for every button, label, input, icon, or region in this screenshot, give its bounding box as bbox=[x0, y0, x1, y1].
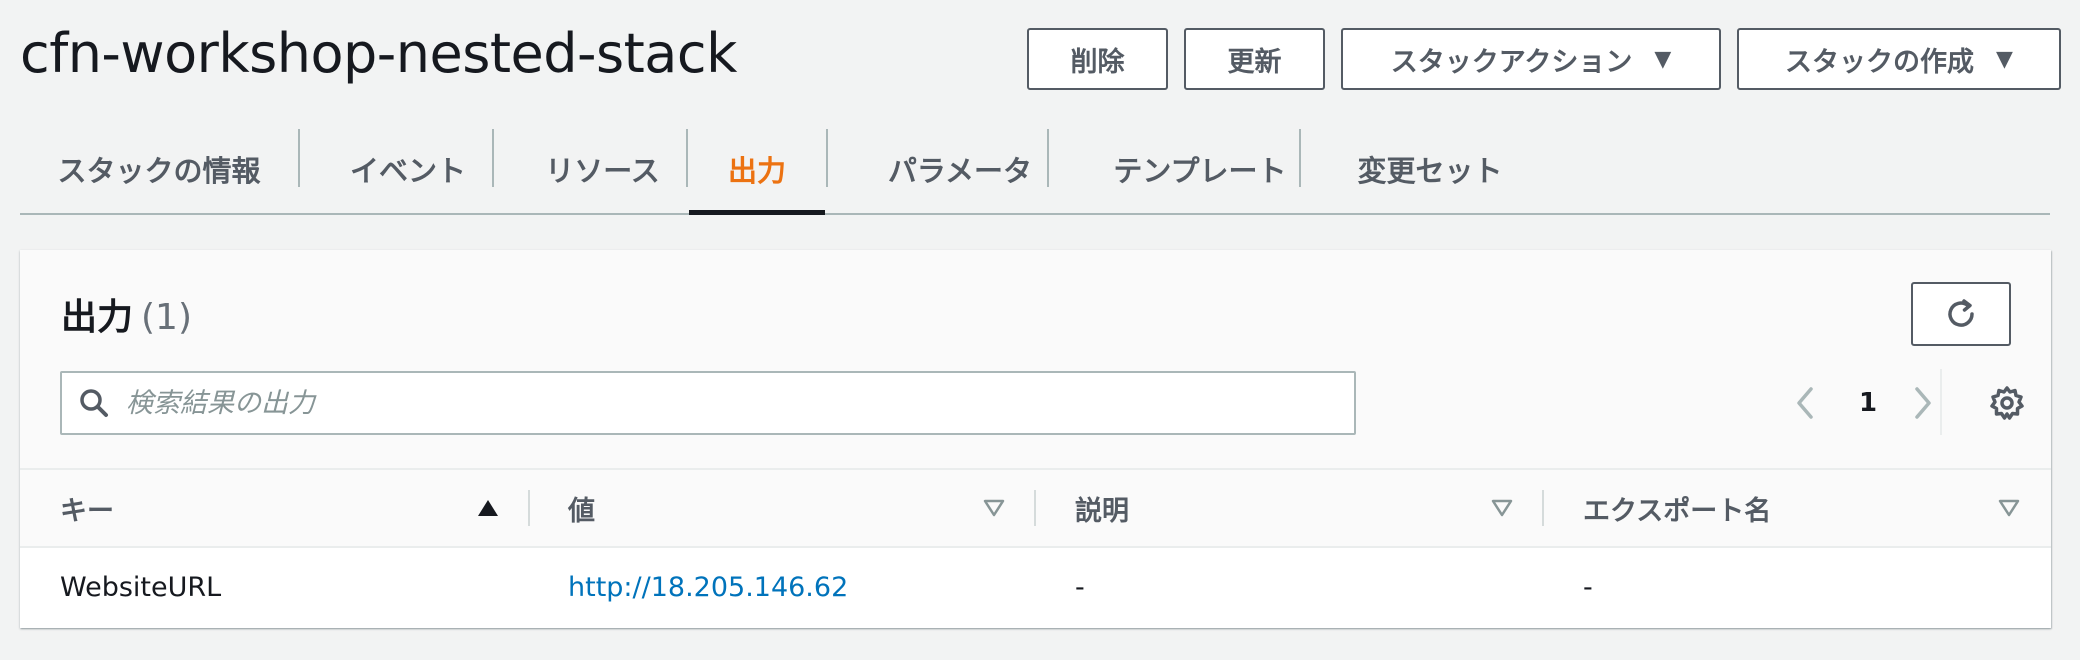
search-icon bbox=[80, 389, 108, 417]
tab-divider bbox=[1047, 129, 1049, 187]
refresh-button[interactable] bbox=[1911, 282, 2011, 346]
search-input[interactable] bbox=[124, 386, 1328, 420]
cell-value: http://18.205.146.62 bbox=[568, 548, 848, 626]
tab-divider bbox=[1299, 129, 1301, 187]
gear-icon bbox=[1990, 386, 2024, 420]
column-divider bbox=[528, 490, 530, 526]
sort-ascending-icon[interactable] bbox=[476, 470, 500, 546]
tab-label: 出力 bbox=[727, 154, 786, 188]
refresh-icon bbox=[1948, 299, 1974, 327]
tab-outputs[interactable]: 出力 bbox=[689, 125, 825, 215]
column-divider bbox=[1542, 490, 1544, 526]
output-count: (1) bbox=[141, 297, 193, 338]
tab-label: イベント bbox=[349, 154, 466, 188]
column-divider bbox=[1034, 490, 1036, 526]
stack-actions-label: スタックアクション bbox=[1390, 46, 1633, 78]
sort-descending-outline-icon[interactable] bbox=[1490, 470, 1514, 546]
tab-divider bbox=[298, 129, 300, 187]
search-field[interactable] bbox=[60, 371, 1356, 435]
cell-export-name: - bbox=[1583, 571, 1593, 603]
tab-label: スタックの情報 bbox=[57, 154, 261, 188]
outputs-table: キー 値 説明 エクスポート名 WebsiteURL http://18.205… bbox=[20, 468, 2051, 628]
output-value-link[interactable]: http://18.205.146.62 bbox=[568, 572, 848, 603]
chevron-left-icon bbox=[1797, 387, 1813, 419]
table-row: WebsiteURL http://18.205.146.62 - - bbox=[20, 548, 2051, 628]
tab-template[interactable]: テンプレート bbox=[1080, 125, 1320, 213]
caret-down-icon: ▼ bbox=[1654, 46, 1672, 72]
preferences-button[interactable] bbox=[1982, 371, 2032, 435]
column-header-export-name[interactable]: エクスポート名 bbox=[1583, 470, 1771, 546]
outputs-panel: 出力(1) 1 キー bbox=[20, 250, 2051, 628]
tab-divider bbox=[686, 129, 688, 187]
table-header: キー 値 説明 エクスポート名 bbox=[20, 470, 2051, 548]
update-button-label: 更新 bbox=[1227, 46, 1282, 78]
sort-descending-outline-icon[interactable] bbox=[1997, 470, 2021, 546]
page-title: cfn-workshop-nested-stack bbox=[20, 22, 737, 85]
page-number-button[interactable]: 1 bbox=[1840, 371, 1896, 435]
tab-events[interactable]: イベント bbox=[338, 125, 478, 213]
tab-divider bbox=[826, 129, 828, 187]
pager-divider bbox=[1940, 369, 1942, 435]
tab-parameters[interactable]: パラメータ bbox=[860, 125, 1060, 213]
tab-change-sets[interactable]: 変更セット bbox=[1330, 125, 1530, 213]
stack-detail-tabs: スタックの情報 イベント リソース 出力 パラメータ テンプレート 変更セット bbox=[20, 125, 2050, 215]
cell-key: WebsiteURL bbox=[60, 571, 222, 603]
stack-actions-dropdown[interactable]: スタックアクション ▼ bbox=[1341, 28, 1721, 90]
panel-title: 出力 (1) bbox=[61, 288, 192, 340]
previous-page-button[interactable] bbox=[1780, 371, 1830, 435]
tab-label: 変更セット bbox=[1357, 154, 1503, 188]
create-stack-dropdown[interactable]: スタックの作成 ▼ bbox=[1737, 28, 2061, 90]
tab-label: リソース bbox=[545, 154, 660, 188]
column-header-description[interactable]: 説明 bbox=[1075, 470, 1129, 546]
cell-description: - bbox=[1075, 571, 1085, 603]
create-stack-label: スタックの作成 bbox=[1785, 46, 1975, 78]
column-header-key[interactable]: キー bbox=[60, 470, 114, 546]
tab-stack-info[interactable]: スタックの情報 bbox=[40, 125, 278, 213]
caret-down-icon: ▼ bbox=[1996, 46, 2013, 72]
sort-descending-outline-icon[interactable] bbox=[982, 470, 1006, 546]
tab-label: テンプレート bbox=[1113, 154, 1287, 188]
tab-divider bbox=[492, 129, 494, 187]
update-button[interactable]: 更新 bbox=[1184, 28, 1325, 90]
delete-button-label: 削除 bbox=[1070, 46, 1125, 78]
chevron-right-icon bbox=[1915, 387, 1931, 419]
column-header-value[interactable]: 値 bbox=[568, 470, 595, 546]
tab-resources[interactable]: リソース bbox=[530, 125, 675, 213]
delete-button[interactable]: 削除 bbox=[1027, 28, 1168, 90]
panel-title-text: 出力 bbox=[61, 297, 134, 338]
tab-label: パラメータ bbox=[887, 154, 1033, 188]
